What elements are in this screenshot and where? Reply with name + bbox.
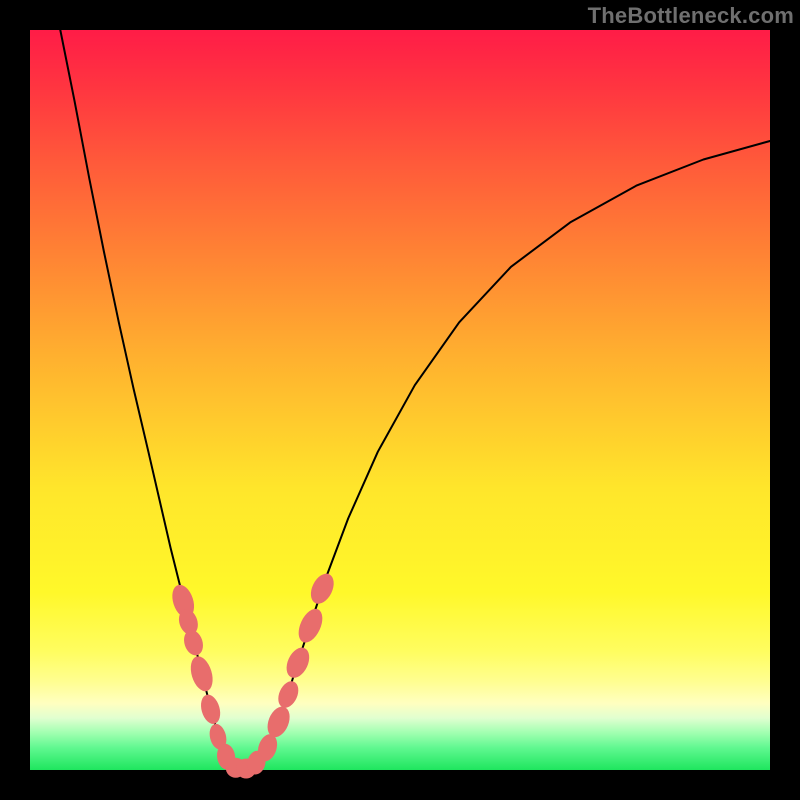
curve-marker [198, 692, 224, 726]
curve-marker [282, 644, 314, 681]
chart-svg [0, 0, 800, 800]
bottleneck-curve [60, 30, 770, 770]
curve-marker [187, 654, 217, 694]
curve-marker [294, 605, 327, 646]
markers-group [168, 570, 338, 779]
curve-marker [306, 570, 338, 608]
curve-marker [274, 678, 302, 711]
